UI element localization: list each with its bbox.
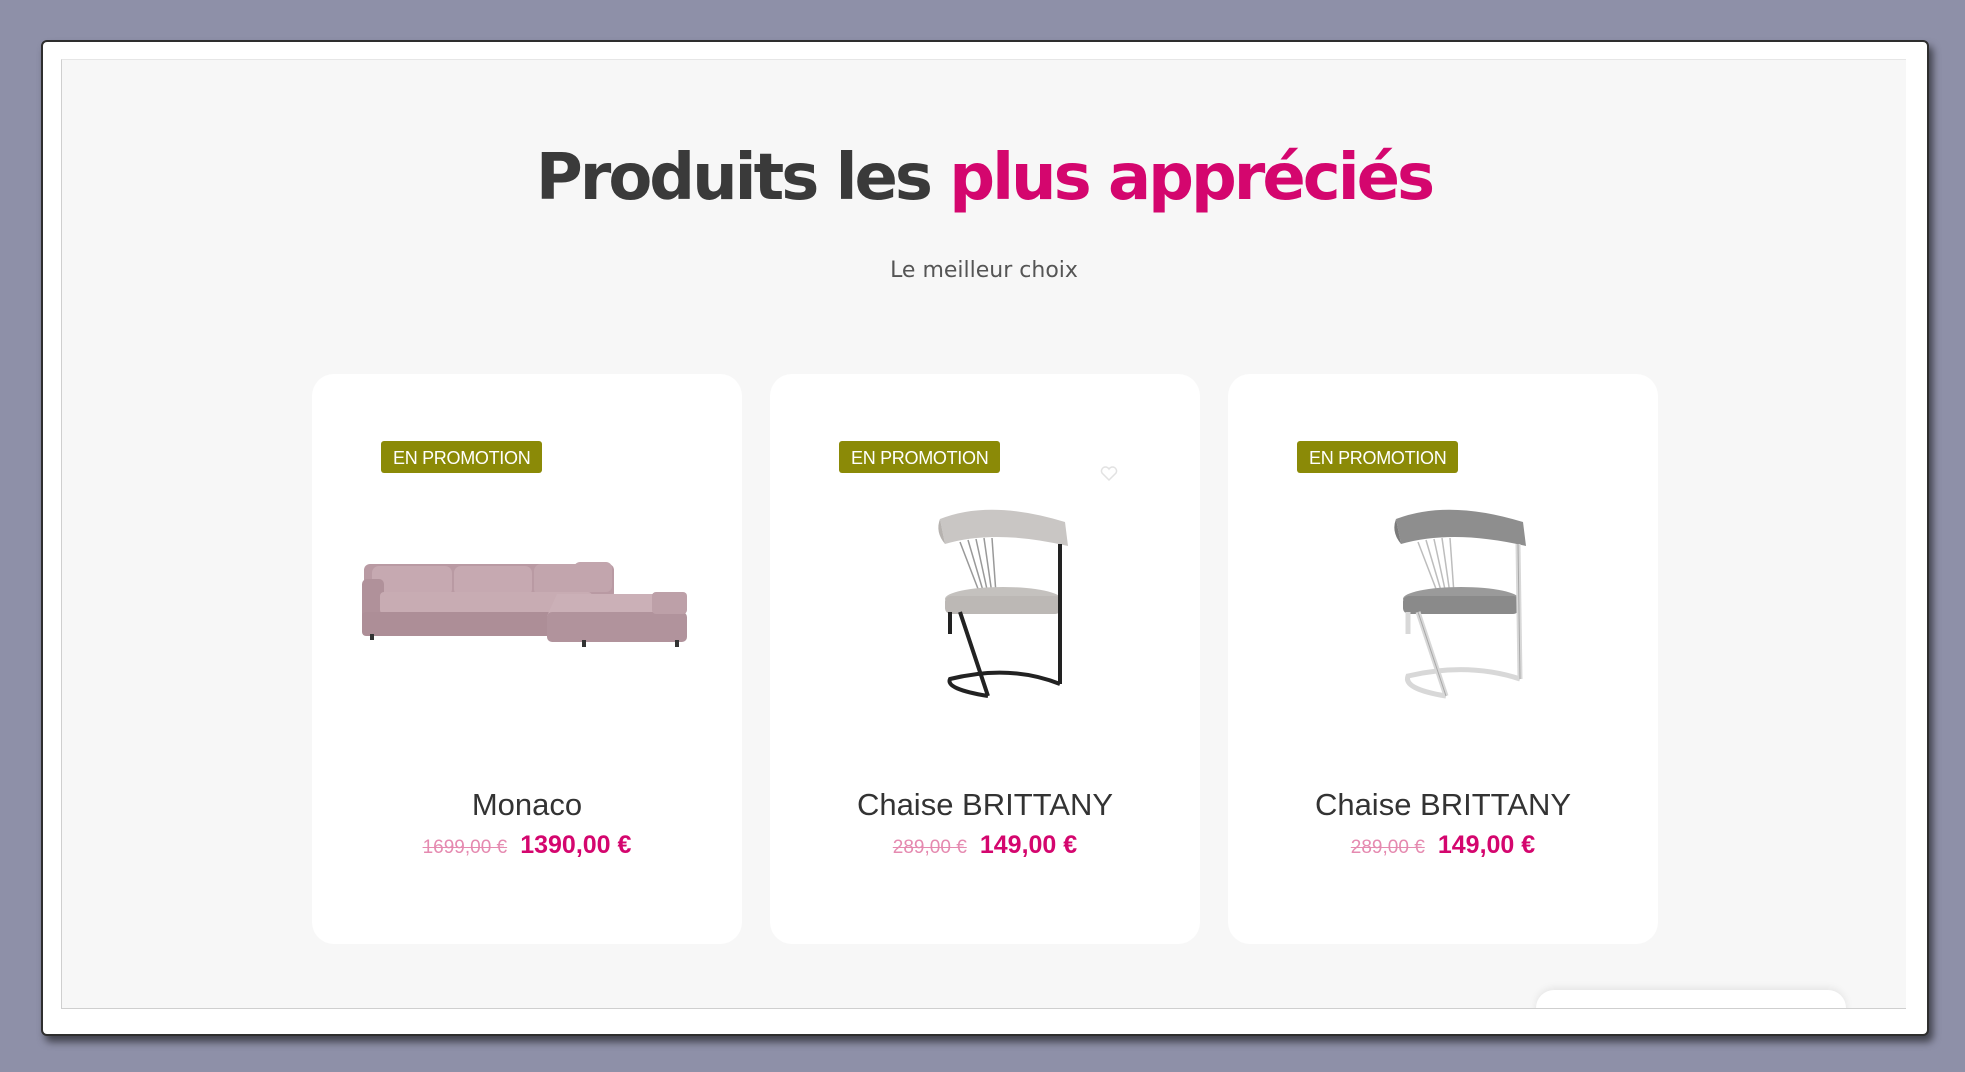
page-content: Produits les plus appréciés Le meilleur …	[61, 59, 1906, 1009]
product-grid: EN PROMOTION Monaco 1699,00 € 1390,00 € …	[312, 374, 1658, 944]
old-price: 289,00 €	[1350, 837, 1425, 858]
product-name[interactable]: Chaise BRITTANY	[1228, 787, 1658, 823]
promo-badge: EN PROMOTION	[839, 441, 1001, 473]
browser-window: Produits les plus appréciés Le meilleur …	[41, 40, 1929, 1036]
price-block: 1699,00 € 1390,00 €	[312, 831, 742, 860]
section-subtitle: Le meilleur choix	[890, 258, 1078, 283]
sofa-image[interactable]	[352, 484, 702, 714]
chair-chrome-frame-image[interactable]	[1268, 484, 1618, 714]
sale-price: 149,00 €	[1437, 831, 1536, 859]
wishlist-icon[interactable]	[1100, 466, 1118, 482]
price-block: 289,00 € 149,00 €	[1228, 831, 1658, 860]
sale-price: 149,00 €	[979, 831, 1078, 859]
product-name[interactable]: Monaco	[312, 787, 742, 823]
promo-badge: EN PROMOTION	[381, 441, 543, 473]
section-title: Produits les plus appréciés	[62, 146, 1906, 210]
section-title-part1: Produits les	[535, 141, 933, 215]
price-block: 289,00 € 149,00 €	[770, 831, 1200, 860]
product-card[interactable]: EN PROMOTION	[312, 374, 742, 944]
product-card[interactable]: EN PROMOTION	[770, 374, 1200, 944]
floating-chat-widget[interactable]	[1536, 990, 1846, 1008]
chair-black-frame-image[interactable]	[810, 484, 1160, 714]
product-name[interactable]: Chaise BRITTANY	[770, 787, 1200, 823]
sale-price: 1390,00 €	[520, 831, 632, 859]
section-title-part2: plus appréciés	[949, 141, 1435, 215]
promo-badge: EN PROMOTION	[1297, 441, 1459, 473]
old-price: 289,00 €	[892, 837, 967, 858]
old-price: 1699,00 €	[422, 837, 508, 858]
product-card[interactable]: EN PROMOTION	[1228, 374, 1658, 944]
